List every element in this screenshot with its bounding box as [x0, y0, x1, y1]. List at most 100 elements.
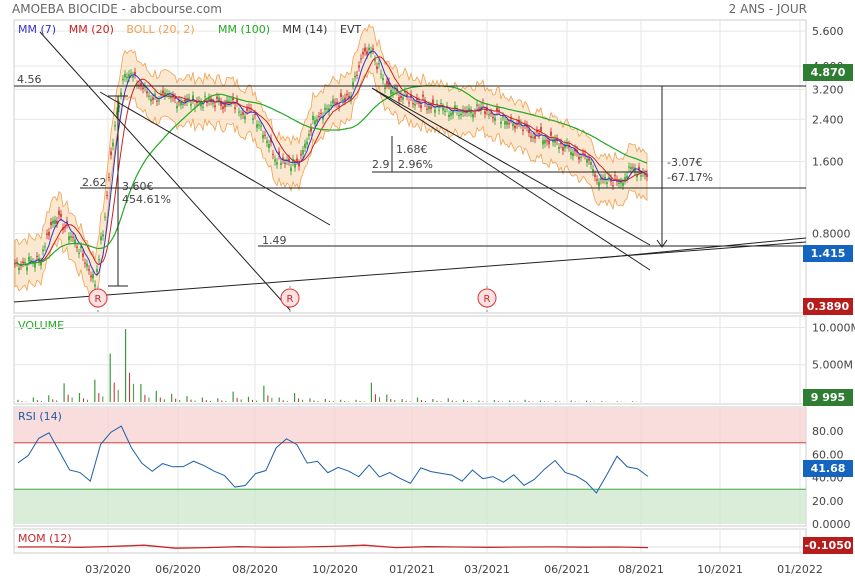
- candle: [146, 91, 148, 94]
- candle: [258, 124, 260, 126]
- candle: [50, 221, 52, 226]
- candle: [122, 78, 124, 81]
- candle: [646, 173, 648, 178]
- candle: [94, 284, 96, 287]
- candle: [558, 147, 560, 149]
- candle: [180, 101, 182, 106]
- candle: [390, 90, 392, 95]
- candle: [202, 106, 204, 108]
- bollinger-band: [14, 23, 648, 308]
- x-tick-label: 01/2021: [389, 563, 435, 576]
- y-tick-label: 1.600: [812, 155, 844, 168]
- candle: [130, 73, 132, 75]
- candle: [190, 103, 192, 106]
- candle: [246, 108, 248, 111]
- candle: [90, 275, 92, 278]
- level-label: 4.56: [17, 73, 42, 86]
- candle: [224, 103, 226, 108]
- candle: [582, 152, 584, 154]
- candle: [358, 65, 360, 68]
- candle: [588, 158, 590, 161]
- stock-chart: 03/2020 06/2020 08/2020 10/2020 01/2021 03/20…: [13, 19, 855, 576]
- badge-last: 1.415: [803, 245, 853, 262]
- candle: [490, 112, 492, 114]
- candle: [384, 87, 386, 90]
- candle: [550, 131, 552, 136]
- candle: [408, 102, 410, 104]
- candle: [392, 92, 394, 94]
- candle: [562, 147, 564, 151]
- y-tick-label: 5.600: [812, 25, 844, 38]
- x-tick-label: 03/2021: [464, 563, 510, 576]
- candle: [260, 125, 262, 127]
- candle: [432, 99, 434, 104]
- candle: [304, 143, 306, 148]
- candle: [366, 51, 368, 55]
- candle: [438, 109, 440, 111]
- candle: [272, 154, 274, 156]
- candle: [106, 195, 108, 197]
- x-tick-label: 01/2022: [777, 563, 823, 576]
- legend-item: MM (20): [69, 23, 114, 36]
- badge-low: 0.3890: [803, 298, 853, 315]
- y-tick-label: 0.8000: [812, 228, 851, 241]
- candle: [492, 117, 494, 119]
- x-tick-label: 06/2021: [544, 563, 590, 576]
- candle: [554, 138, 556, 143]
- candle: [214, 105, 216, 108]
- candle: [546, 140, 548, 142]
- candle: [84, 262, 86, 264]
- candle: [204, 95, 206, 97]
- badge-volume: 9 995: [803, 389, 853, 406]
- candle: [306, 141, 308, 145]
- candle: [324, 107, 326, 110]
- candle: [176, 105, 178, 109]
- candle: [100, 236, 102, 241]
- x-tick-label: 06/2020: [155, 563, 201, 576]
- candle: [364, 47, 366, 52]
- candle: [162, 90, 164, 94]
- candle: [268, 144, 270, 149]
- candle: [402, 97, 404, 100]
- candle: [132, 75, 134, 78]
- candle: [428, 105, 430, 110]
- candle: [152, 97, 154, 100]
- candle: [30, 260, 32, 262]
- candle: [500, 121, 502, 124]
- candle: [590, 162, 592, 165]
- candle: [236, 99, 238, 103]
- candle: [124, 74, 126, 78]
- candle: [612, 185, 614, 187]
- candle: [572, 153, 574, 157]
- badge-high: 4.870: [803, 64, 853, 81]
- candle: [342, 99, 344, 101]
- candle: [266, 140, 268, 143]
- candle: [326, 108, 328, 110]
- candle: [452, 111, 454, 115]
- candle: [528, 129, 530, 133]
- level-label: 2.62: [82, 176, 107, 189]
- candle: [294, 163, 296, 168]
- panel-title-rsi: RSI (14): [18, 410, 62, 423]
- measure-label: -67.17%: [667, 171, 713, 184]
- candle: [256, 124, 258, 128]
- candle: [532, 137, 534, 139]
- candle: [530, 136, 532, 138]
- candle: [98, 258, 100, 261]
- candle: [344, 97, 346, 101]
- candle: [434, 109, 436, 113]
- candle: [308, 133, 310, 136]
- candle: [54, 219, 56, 225]
- y-tick-label: 2.400: [812, 113, 844, 126]
- y-tick-label: 10.000M: [812, 321, 855, 334]
- trend-line: [599, 237, 807, 259]
- candle: [206, 101, 208, 103]
- candle: [586, 159, 588, 163]
- legend-item: BOLL (20, 2): [126, 23, 194, 36]
- event-label: R: [95, 294, 102, 305]
- candle: [376, 66, 378, 70]
- candle: [126, 76, 128, 79]
- candle: [290, 167, 292, 171]
- candle: [150, 99, 152, 102]
- candle: [476, 104, 478, 106]
